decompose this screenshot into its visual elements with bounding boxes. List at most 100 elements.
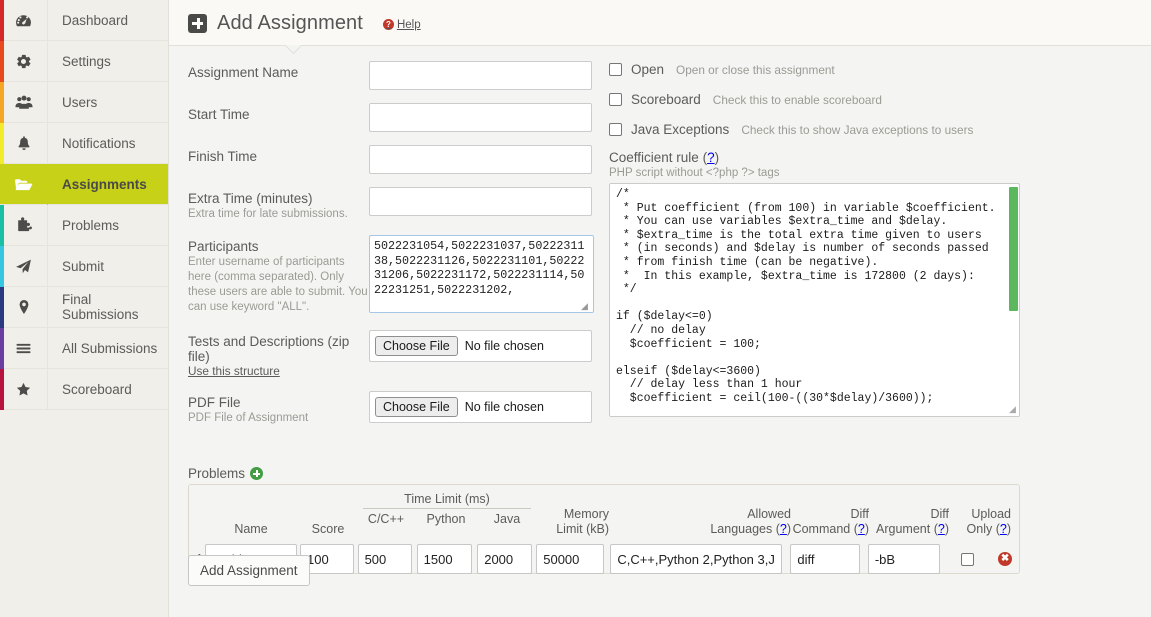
- col-header-memory-limit: Memory Limit (kB): [556, 507, 609, 536]
- coefficient-rule-subtitle: PHP script without <?php ?> tags: [609, 167, 780, 179]
- coefficient-code-editor[interactable]: /* * Put coefficient (from 100) in varia…: [609, 183, 1020, 417]
- sidebar-strip: [0, 328, 4, 369]
- field-assignment-name: Assignment Name: [188, 61, 594, 90]
- problems-section-header: Problems: [188, 466, 264, 481]
- sidebar-item-assignments[interactable]: Assignments: [0, 163, 168, 205]
- allowed-languages-input[interactable]: C,C++,Python 2,Python 3,J: [610, 544, 783, 574]
- sidebar-item-dashboard[interactable]: Dashboard: [0, 0, 168, 41]
- time-limit-python-input[interactable]: 1500: [416, 544, 472, 574]
- diff-command-input[interactable]: diff: [790, 544, 861, 574]
- sidebar-item-final-submissions[interactable]: Final Submissions: [0, 286, 168, 328]
- col-header-name: Name: [234, 522, 268, 536]
- problems-table-header: Name Score Time Limit (ms) C/C++ Python …: [189, 485, 1019, 540]
- sidebar-item-scoreboard[interactable]: Scoreboard: [0, 368, 168, 410]
- sidebar-item-label: All Submissions: [62, 340, 158, 356]
- pdf-file-input[interactable]: Choose File No file chosen: [369, 391, 592, 423]
- bars-icon: [0, 327, 48, 369]
- map-marker-icon: [0, 286, 48, 328]
- java-exceptions-checkbox[interactable]: [609, 123, 622, 136]
- scoreboard-checkbox[interactable]: [609, 93, 622, 106]
- col-header-time-limit: Time Limit (ms): [363, 492, 531, 509]
- finish-time-input[interactable]: [369, 145, 592, 174]
- field-extra-time: Extra Time (minutes) Extra time for late…: [188, 187, 594, 222]
- sidebar-strip: [0, 205, 4, 246]
- sidebar-strip: [0, 0, 4, 41]
- upload-only-help-link[interactable]: ?: [1000, 522, 1007, 536]
- coefficient-help-link[interactable]: ?: [707, 150, 715, 165]
- resize-grip-icon[interactable]: ◢: [1007, 404, 1018, 415]
- col-header-diff-argument: Diff Argument (?): [876, 507, 949, 536]
- field-label: PDF File PDF File of Assignment: [188, 391, 369, 426]
- field-label: Participants Enter username of participa…: [188, 239, 368, 313]
- field-pdf-file: PDF File PDF File of Assignment Choose F…: [188, 391, 594, 426]
- checkbox-label: Java Exceptions: [631, 122, 730, 137]
- tests-zip-file-input[interactable]: Choose File No file chosen: [369, 330, 592, 362]
- folder-open-icon: [0, 163, 48, 205]
- sidebar-strip: [0, 369, 4, 410]
- users-icon: [0, 81, 48, 123]
- problems-table: Name Score Time Limit (ms) C/C++ Python …: [188, 484, 1020, 574]
- field-start-time: Start Time: [188, 103, 594, 132]
- sidebar-item-settings[interactable]: Settings: [0, 40, 168, 82]
- checkbox-row-open: Open Open or close this assignment: [609, 62, 1029, 77]
- diff-argument-help-link[interactable]: ?: [938, 522, 945, 536]
- sidebar-item-label: Submit: [62, 258, 105, 274]
- sidebar-strip: [0, 246, 4, 287]
- extra-time-input[interactable]: [369, 187, 592, 216]
- plus-square-icon: [188, 13, 207, 33]
- upload-only-checkbox[interactable]: [960, 552, 974, 566]
- field-label: Tests and Descriptions (zip file) Use th…: [188, 330, 369, 378]
- plus-circle-icon[interactable]: [250, 467, 264, 480]
- star-icon: [0, 368, 48, 410]
- col-header-java: Java: [493, 512, 521, 526]
- sidebar-item-submit[interactable]: Submit: [0, 245, 168, 287]
- start-time-input[interactable]: [369, 103, 592, 132]
- memory-limit-input[interactable]: 50000: [536, 544, 605, 574]
- coefficient-rule-title: Coefficient rule (?): [609, 150, 720, 165]
- field-label: Extra Time (minutes) Extra time for late…: [188, 187, 369, 222]
- time-limit-cpp-input[interactable]: 500: [357, 544, 412, 574]
- file-status-label: No file chosen: [464, 400, 544, 414]
- sidebar-item-users[interactable]: Users: [0, 81, 168, 123]
- sidebar-item-label: Final Submissions: [62, 292, 139, 322]
- delete-circle-icon[interactable]: ✖: [998, 552, 1013, 566]
- open-checkbox[interactable]: [609, 63, 622, 76]
- choose-file-button[interactable]: Choose File: [375, 397, 458, 417]
- code-scrollbar-thumb[interactable]: [1009, 187, 1018, 311]
- diff-argument-input[interactable]: -bB: [867, 544, 940, 574]
- sidebar-item-problems[interactable]: Problems: [0, 204, 168, 246]
- sidebar-item-all-submissions[interactable]: All Submissions: [0, 327, 168, 369]
- participants-textarea[interactable]: 5022231054,5022231037,5022231138,5022231…: [369, 235, 594, 313]
- time-limit-java-input[interactable]: 2000: [477, 544, 533, 574]
- col-header-upload-only: Upload Only (?): [966, 507, 1011, 536]
- diff-command-help-link[interactable]: ?: [858, 522, 865, 536]
- use-this-structure-link[interactable]: Use this structure: [188, 364, 369, 378]
- field-label: Start Time: [188, 107, 250, 122]
- checkbox-row-scoreboard: Scoreboard Check this to enable scoreboa…: [609, 92, 1029, 107]
- panel-notch: [282, 45, 304, 56]
- app-root: Add Assignment ? Help Dashboard Settings…: [0, 0, 1151, 617]
- resize-grip-icon[interactable]: ◢: [581, 301, 591, 311]
- assignment-form: Assignment Name Start Time Finish Time E…: [188, 61, 594, 439]
- help-link[interactable]: ? Help: [382, 19, 421, 31]
- puzzle-piece-icon: [0, 204, 48, 246]
- coefficient-code-text: /* * Put coefficient (from 100) in varia…: [616, 188, 996, 405]
- question-circle-icon: ?: [382, 19, 394, 30]
- sidebar-item-label: Scoreboard: [62, 381, 132, 397]
- sidebar-strip: [0, 41, 4, 82]
- content-panel: Assignment Name Start Time Finish Time E…: [169, 46, 1151, 617]
- dashboard-icon: [0, 0, 48, 41]
- assignment-name-input[interactable]: [369, 61, 592, 90]
- sidebar-item-label: Dashboard: [62, 12, 129, 28]
- problems-label: Problems: [188, 466, 246, 481]
- gear-icon: [0, 40, 48, 82]
- field-hint: PDF File of Assignment: [188, 412, 309, 424]
- choose-file-button[interactable]: Choose File: [375, 336, 458, 356]
- checkbox-label: Scoreboard: [631, 92, 701, 107]
- sidebar-item-label: Settings: [62, 53, 111, 69]
- sidebar: Dashboard Settings Users Notifications A…: [0, 0, 169, 617]
- field-label: Assignment Name: [188, 65, 299, 80]
- sidebar-item-notifications[interactable]: Notifications: [0, 122, 168, 164]
- languages-help-link[interactable]: ?: [780, 522, 787, 536]
- add-assignment-submit-button[interactable]: Add Assignment: [188, 555, 310, 586]
